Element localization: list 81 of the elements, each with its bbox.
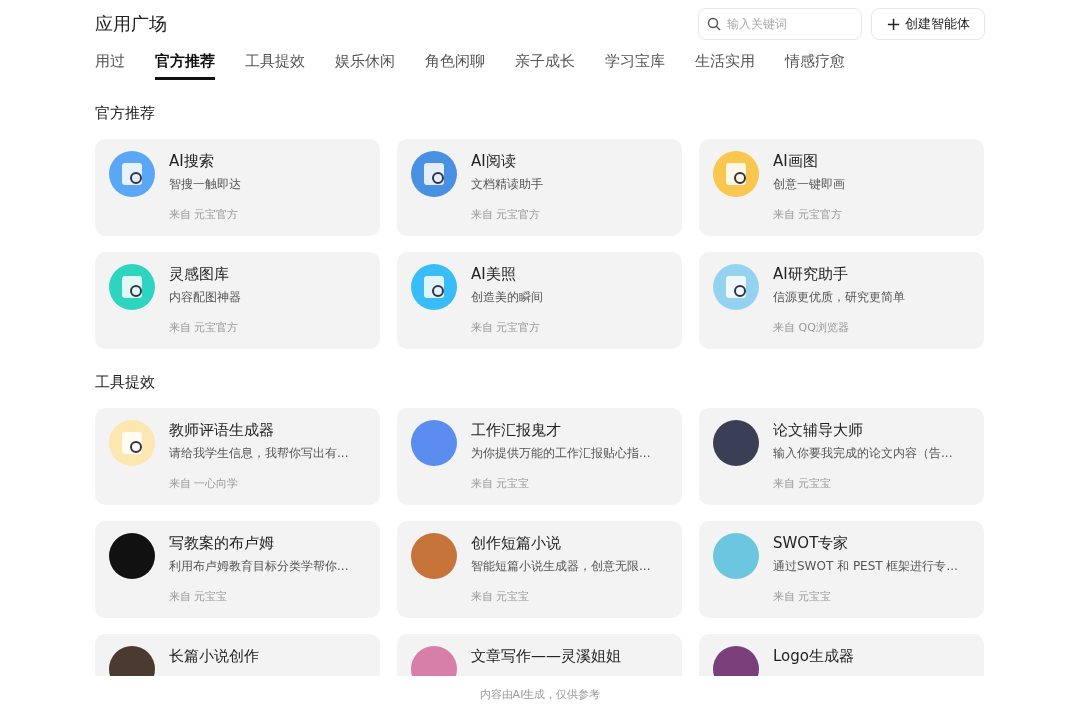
category-tab[interactable]: 角色闲聊 [425,52,485,80]
app-icon [713,151,759,197]
app-icon [411,151,457,197]
app-card[interactable]: 灵感图库 内容配图神器 来自 元宝官方 [95,252,380,349]
app-name: 灵感图库 [169,265,230,284]
app-name: 论文辅导大师 [773,421,864,440]
avatar-placeholder [411,420,457,466]
app-icon [109,151,155,197]
app-icon [411,264,457,310]
app-name: 创作短篇小说 [471,534,562,553]
app-card[interactable]: SWOT专家 通过SWOT 和 PEST 框架进行专... 来自 元宝宝 [699,521,984,618]
app-source: 来自 QQ浏览器 [773,320,850,335]
app-source: 来自 元宝宝 [773,476,833,491]
app-card[interactable]: AI画图 创意一键即画 来自 元宝官方 [699,139,984,236]
category-tab[interactable]: 情感疗愈 [785,52,845,80]
app-name: AI阅读 [471,152,517,171]
app-card[interactable]: AI研究助手 信源更优质，研究更简单 来自 QQ浏览器 [699,252,984,349]
app-card[interactable]: 工作汇报鬼才 为你提供万能的工作汇报贴心指... 来自 元宝宝 [397,408,682,505]
avatar-placeholder [713,533,759,579]
category-tab[interactable]: 亲子成长 [515,52,575,80]
app-name: 教师评语生成器 [169,421,275,440]
app-description: 创意一键即画 [773,176,845,193]
app-card[interactable]: 创作短篇小说 智能短篇小说生成器，创意无限... 来自 元宝宝 [397,521,682,618]
app-name: 工作汇报鬼才 [471,421,562,440]
app-description: 为你提供万能的工作汇报贴心指... [471,445,651,462]
app-source: 来自 元宝宝 [169,589,229,604]
app-description: 文档精读助手 [471,176,543,193]
app-name: 长篇小说创作 [169,647,259,666]
app-name: 文章写作——灵溪姐姐 [471,647,621,666]
app-card[interactable]: 教师评语生成器 请给我学生信息，我帮你写出有... 来自 一心向学 [95,408,380,505]
app-source: 来自 元宝官方 [471,207,542,222]
app-card[interactable]: 论文辅导大师 输入你要我完成的论文内容（告... 来自 元宝宝 [699,408,984,505]
app-card[interactable]: 写教案的布卢姆 利用布卢姆教育目标分类学帮你... 来自 元宝宝 [95,521,380,618]
app-card[interactable]: 长篇小说创作 [95,634,380,676]
category-tab[interactable]: 生活实用 [695,52,755,80]
app-name: AI搜索 [169,152,215,171]
app-icon [109,264,155,310]
app-card[interactable]: AI搜索 智搜一触即达 来自 元宝官方 [95,139,380,236]
app-name: AI研究助手 [773,265,849,284]
app-source: 来自 元宝官方 [169,320,240,335]
search-field[interactable]: 输入关键词 [697,8,862,40]
app-card[interactable]: AI美照 创造美的瞬间 来自 元宝官方 [397,252,682,349]
app-description: 利用布卢姆教育目标分类学帮你... [169,558,349,575]
category-tab[interactable]: 娱乐休闲 [335,52,395,80]
app-icon [109,420,155,466]
category-tab[interactable]: 学习宝库 [605,52,665,80]
avatar-placeholder [713,420,759,466]
app-name: AI画图 [773,152,819,171]
section-title: 官方推荐 [95,104,156,123]
app-source: 来自 元宝官方 [773,207,844,222]
app-name: AI美照 [471,265,517,284]
app-source: 来自 元宝宝 [773,589,833,604]
app-card[interactable]: Logo生成器 [699,634,984,676]
app-name: Logo生成器 [773,647,854,666]
app-description: 智能短篇小说生成器，创意无限... [471,558,651,575]
app-description: 创造美的瞬间 [471,289,543,306]
app-source: 来自 元宝宝 [471,476,531,491]
app-card[interactable]: AI阅读 文档精读助手 来自 元宝官方 [397,139,682,236]
app-description: 内容配图神器 [169,289,241,306]
app-source: 来自 一心向学 [169,476,240,491]
app-card[interactable]: 文章写作——灵溪姐姐 [397,634,682,676]
app-description: 智搜一触即达 [169,176,241,193]
category-tab[interactable]: 工具提效 [245,52,305,80]
app-source: 来自 元宝宝 [471,589,531,604]
disclaimer-text: 内容由AI生成，仅供参考 [479,687,601,702]
avatar-placeholder [411,533,457,579]
app-description: 信源更优质，研究更简单 [773,289,905,306]
category-tab[interactable]: 官方推荐 [155,52,215,80]
app-description: 请给我学生信息，我帮你写出有... [169,445,349,462]
app-name: SWOT专家 [773,534,850,553]
create-agent-button[interactable]: + 创建智能体 [870,8,985,40]
category-tab[interactable]: 用过 [95,52,125,80]
app-source: 来自 元宝官方 [169,207,240,222]
page-title: 应用广场 [95,12,168,36]
app-description: 输入你要我完成的论文内容（告... [773,445,953,462]
app-icon [713,264,759,310]
section-title: 工具提效 [95,373,156,392]
app-source: 来自 元宝官方 [471,320,542,335]
app-description: 通过SWOT 和 PEST 框架进行专... [773,558,958,575]
app-name: 写教案的布卢姆 [169,534,275,553]
avatar-placeholder [109,533,155,579]
